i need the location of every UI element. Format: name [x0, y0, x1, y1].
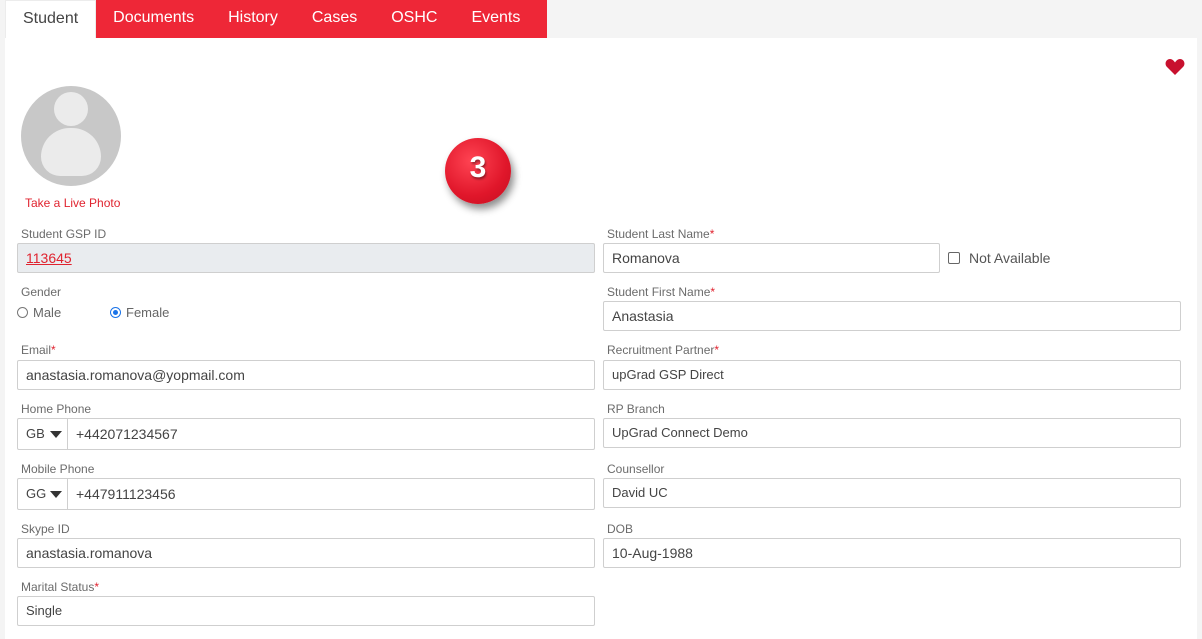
user-placeholder-icon: [21, 86, 121, 186]
take-live-photo-link[interactable]: Take a Live Photo: [25, 196, 120, 210]
home-phone-country-select[interactable]: GB: [18, 419, 68, 449]
home-phone-field: GB +442071234567: [17, 418, 595, 450]
marital-status-label: Marital Status*: [21, 580, 100, 594]
gender-label: Gender: [21, 285, 62, 299]
mobile-phone-input[interactable]: +447911123456: [68, 479, 594, 509]
dob-label: DOB: [607, 522, 634, 536]
radio-circle-male[interactable]: [17, 307, 28, 318]
not-available-checkbox[interactable]: [948, 252, 960, 264]
email-field[interactable]: anastasia.romanova@yopmail.com: [17, 360, 595, 390]
avatar-head: [54, 92, 88, 126]
gender-male-label: Male: [33, 305, 62, 320]
tab-bar: Student Documents History Cases OSHC Eve…: [5, 0, 548, 38]
tab-events[interactable]: Events: [454, 0, 538, 38]
radio-circle-female[interactable]: [110, 307, 121, 318]
mobile-phone-country-code: GG: [26, 486, 47, 501]
email-label: Email*: [21, 343, 56, 357]
student-panel: Take a Live Photo 3 Student GSP ID 11364…: [5, 38, 1197, 639]
not-available-label: Not Available: [969, 250, 1051, 266]
skype-field[interactable]: anastasia.romanova: [17, 538, 595, 568]
gsp-id-label: Student GSP ID: [21, 227, 107, 241]
gsp-id-link[interactable]: 113645: [26, 250, 72, 266]
recruitment-partner-label: Recruitment Partner*: [607, 343, 720, 357]
counsellor-label: Counsellor: [607, 462, 665, 476]
gender-male-radio[interactable]: Male: [17, 305, 61, 320]
first-name-field[interactable]: Anastasia: [603, 301, 1181, 331]
last-name-field[interactable]: Romanova: [603, 243, 940, 273]
mobile-phone-label: Mobile Phone: [21, 462, 95, 476]
dob-field[interactable]: 10-Aug-1988: [603, 538, 1181, 568]
home-phone-input[interactable]: +442071234567: [68, 419, 594, 449]
home-phone-label: Home Phone: [21, 402, 92, 416]
mobile-phone-country-select[interactable]: GG: [18, 479, 68, 509]
gender-female-radio[interactable]: Female: [110, 305, 169, 320]
skype-label: Skype ID: [21, 522, 70, 536]
gender-female-label: Female: [126, 305, 170, 320]
tab-documents[interactable]: Documents: [96, 0, 212, 38]
counsellor-select[interactable]: David UC: [603, 478, 1181, 508]
chevron-down-icon: [50, 431, 62, 438]
tab-history[interactable]: History: [211, 0, 295, 38]
tab-group: Documents History Cases OSHC Events: [96, 0, 548, 38]
gsp-id-field: 113645: [17, 243, 595, 273]
avatar-body: [41, 128, 101, 176]
marital-status-select[interactable]: Single: [17, 596, 595, 626]
heart-icon[interactable]: [1165, 58, 1185, 76]
rp-branch-select[interactable]: UpGrad Connect Demo: [603, 418, 1181, 448]
chevron-down-icon: [50, 491, 62, 498]
step-badge: 3: [445, 138, 511, 204]
home-phone-country-code: GB: [26, 426, 45, 441]
first-name-label: Student First Name*: [607, 285, 716, 299]
tab-student[interactable]: Student: [5, 0, 97, 38]
mobile-phone-field: GG +447911123456: [17, 478, 595, 510]
rp-branch-label: RP Branch: [607, 402, 665, 416]
tab-oshc[interactable]: OSHC: [374, 0, 455, 38]
last-name-label: Student Last Name*: [607, 227, 715, 241]
recruitment-partner-select[interactable]: upGrad GSP Direct: [603, 360, 1181, 390]
tab-cases[interactable]: Cases: [294, 0, 375, 38]
